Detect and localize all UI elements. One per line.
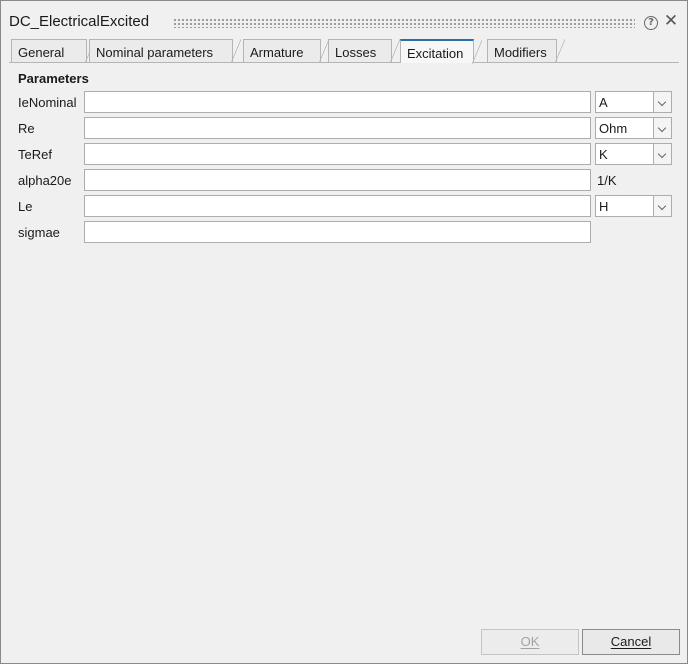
tab-bar: General Nominal parameters Armature Loss…	[1, 39, 687, 64]
tab-armature[interactable]: Armature	[243, 39, 329, 63]
chevron-down-icon[interactable]	[653, 144, 671, 164]
close-icon[interactable]: ✕	[663, 12, 679, 30]
param-row-re: Re Ohm	[1, 117, 687, 139]
tab-losses[interactable]: Losses	[328, 39, 400, 63]
tab-excitation[interactable]: Excitation	[400, 39, 482, 64]
help-icon[interactable]: ?	[644, 16, 658, 30]
ienominal-unit-select[interactable]: A	[595, 91, 672, 113]
ok-button[interactable]: OK	[481, 629, 579, 655]
drag-grip[interactable]	[173, 18, 635, 28]
unit-value: H	[599, 199, 609, 214]
param-label: Le	[18, 199, 33, 214]
unit-value: A	[599, 95, 608, 110]
param-label: Re	[18, 121, 35, 136]
teref-unit-select[interactable]: K	[595, 143, 672, 165]
chevron-down-icon[interactable]	[653, 118, 671, 138]
sigmae-input[interactable]	[84, 221, 591, 243]
unit-value: Ohm	[599, 121, 628, 136]
chevron-down-icon[interactable]	[653, 92, 671, 112]
cancel-button[interactable]: Cancel	[582, 629, 680, 655]
re-unit-select[interactable]: Ohm	[595, 117, 672, 139]
param-label: TeRef	[18, 147, 52, 162]
tab-modifiers[interactable]: Modifiers	[487, 39, 565, 63]
param-row-alpha20e: alpha20e 1/K	[1, 169, 687, 191]
param-row-ienominal: IeNominal A	[1, 91, 687, 113]
alpha20e-unit-label: 1/K	[597, 173, 617, 188]
le-input[interactable]	[84, 195, 591, 217]
dialog-window: DC_ElectricalExcited ? ✕ General Nominal…	[0, 0, 688, 664]
parameters-heading: Parameters	[18, 71, 89, 86]
teref-input[interactable]	[84, 143, 591, 165]
ienominal-input[interactable]	[84, 91, 591, 113]
param-label: alpha20e	[18, 173, 72, 188]
tab-general[interactable]: General	[11, 39, 95, 63]
param-label: IeNominal	[18, 95, 77, 110]
param-row-teref: TeRef K	[1, 143, 687, 165]
param-label: sigmae	[18, 225, 60, 240]
alpha20e-input[interactable]	[84, 169, 591, 191]
re-input[interactable]	[84, 117, 591, 139]
title-bar[interactable]: DC_ElectricalExcited ? ✕	[1, 1, 687, 39]
unit-value: K	[599, 147, 608, 162]
param-row-le: Le H	[1, 195, 687, 217]
tab-nominal-parameters[interactable]: Nominal parameters	[89, 39, 241, 63]
le-unit-select[interactable]: H	[595, 195, 672, 217]
param-row-sigmae: sigmae	[1, 221, 687, 243]
chevron-down-icon[interactable]	[653, 196, 671, 216]
window-title: DC_ElectricalExcited	[9, 13, 150, 30]
